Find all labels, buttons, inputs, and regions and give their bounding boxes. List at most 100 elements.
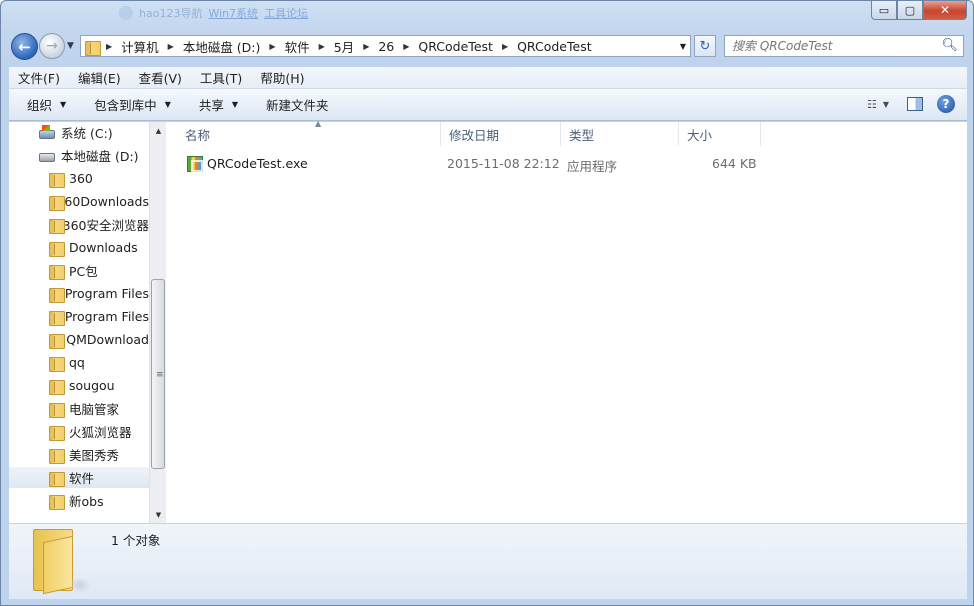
column-header-name[interactable]: ▲ 名称 (177, 119, 441, 146)
history-dropdown-icon[interactable]: ▼ (67, 41, 74, 51)
title-blur-1: hao123导航 (139, 7, 203, 20)
sidebar-item-label: qq (69, 355, 85, 370)
sidebar-item-label: Program Files (64, 286, 149, 301)
details-view-icon: ☷ (867, 97, 877, 111)
sidebar-item-label: 360安全浏览器 (62, 218, 149, 233)
navigation-bar: ← → ▼ ▶ 计算机 ▶ 本地磁盘 (D:) ▶ 软件 ▶ 5月 ▶ 26 ▶… (1, 29, 973, 65)
breadcrumb-separator-icon[interactable]: ▶ (168, 42, 174, 51)
change-view-button[interactable]: ☷ ▼ (867, 98, 893, 111)
file-modified: 2015-11-08 22:12 (447, 156, 560, 171)
sidebar-item-label: 火狐浏览器 (69, 425, 132, 440)
column-header-type[interactable]: 类型 (561, 122, 679, 146)
nav-pane-scrollbar[interactable]: ▲ ≡ ▼ (149, 122, 166, 523)
sidebar-item-software[interactable]: 软件 (9, 467, 149, 488)
file-row[interactable]: QRCodeTest.exe 2015-11-08 22:12 应用程序 644… (167, 152, 767, 174)
menu-tools[interactable]: 工具(T) (191, 68, 251, 87)
scroll-down-icon[interactable]: ▼ (150, 506, 167, 523)
include-in-library-button[interactable]: 包含到库中 ▼ (76, 95, 181, 114)
folder-icon (49, 355, 65, 372)
sidebar-item-360-browser[interactable]: 360安全浏览器 (9, 214, 149, 235)
sidebar-item-label: 新obs (69, 494, 104, 509)
sidebar-item-label: Downloads (69, 240, 138, 255)
chevron-down-icon: ▼ (164, 100, 171, 109)
column-header-modified[interactable]: 修改日期 (441, 122, 561, 146)
caption-buttons: ▭ ▢ ✕ (871, 1, 967, 20)
details-pane: 1 个对象 (9, 523, 967, 599)
scroll-up-icon[interactable]: ▲ (150, 122, 167, 139)
menu-bar: 文件(F) 编辑(E) 查看(V) 工具(T) 帮助(H) (9, 67, 967, 89)
sidebar-item-360downloads[interactable]: 360Downloads (9, 191, 149, 212)
breadcrumb-separator-icon[interactable]: ▶ (269, 42, 275, 51)
breadcrumb-computer[interactable]: 计算机 (121, 37, 159, 56)
sidebar-item-pc-manager[interactable]: 电脑管家 (9, 398, 149, 419)
drive-c-icon (39, 125, 55, 139)
breadcrumb-separator-icon[interactable]: ▶ (319, 42, 325, 51)
breadcrumb-qrcodetest-1[interactable]: QRCodeTest (418, 39, 493, 54)
help-icon[interactable]: ? (937, 95, 955, 113)
chevron-down-icon: ▼ (231, 100, 239, 109)
folder-icon (49, 424, 65, 441)
new-folder-button[interactable]: 新建文件夹 (248, 95, 339, 114)
sidebar-item-qq[interactable]: qq (9, 352, 149, 373)
minimize-button[interactable]: ▭ (871, 1, 897, 20)
breadcrumb-separator-icon[interactable]: ▶ (106, 42, 112, 51)
sidebar-item-label: 360 (69, 171, 93, 186)
column-modified-label: 修改日期 (449, 127, 500, 143)
address-bar[interactable]: ▶ 计算机 ▶ 本地磁盘 (D:) ▶ 软件 ▶ 5月 ▶ 26 ▶ QRCod… (80, 35, 691, 57)
folder-icon (49, 286, 65, 303)
preview-pane-icon[interactable] (907, 97, 923, 111)
breadcrumb-26[interactable]: 26 (378, 39, 394, 54)
maximize-button[interactable]: ▢ (897, 1, 923, 20)
drive-icon (39, 153, 55, 162)
application-icon (187, 156, 203, 172)
sidebar-item-sougou[interactable]: sougou (9, 375, 149, 396)
large-folder-icon (33, 529, 91, 595)
new-folder-label: 新建文件夹 (266, 98, 329, 113)
share-button[interactable]: 共享 ▼ (181, 95, 248, 114)
breadcrumb-separator-icon[interactable]: ▶ (502, 42, 508, 51)
sidebar-item-drive-c[interactable]: 系统 (C:) (9, 122, 149, 143)
menu-help[interactable]: 帮助(H) (251, 68, 313, 87)
back-button[interactable]: ← (11, 33, 38, 60)
organize-button[interactable]: 组织 ▼ (9, 95, 76, 114)
refresh-button[interactable]: ↻ (694, 35, 716, 57)
breadcrumb-drive-d[interactable]: 本地磁盘 (D:) (183, 37, 261, 56)
folder-icon (49, 194, 73, 211)
sidebar-item-meitu[interactable]: 美图秀秀 (9, 444, 149, 465)
breadcrumb-may[interactable]: 5月 (334, 37, 354, 56)
grip-icon: ≡ (156, 370, 164, 380)
breadcrumb-separator-icon[interactable]: ▶ (363, 42, 369, 51)
sidebar-item-program-files[interactable]: Program Files (9, 283, 149, 304)
folder-icon (49, 240, 65, 257)
address-dropdown-icon[interactable]: ▼ (680, 42, 686, 51)
sidebar-item-label: 软件 (69, 471, 95, 486)
sidebar-item-label: 电脑管家 (69, 402, 120, 417)
breadcrumb-separator-icon[interactable]: ▶ (403, 42, 409, 51)
sidebar-item-qmdownload[interactable]: QMDownload (9, 329, 149, 350)
search-icon[interactable]: 🔍︎ (941, 38, 958, 53)
sidebar-item-new-obs[interactable]: 新obs (9, 490, 149, 511)
include-library-label: 包含到库中 (94, 98, 157, 113)
search-input[interactable] (725, 36, 930, 56)
column-header-size[interactable]: 大小 (679, 122, 761, 146)
sidebar-item-downloads[interactable]: Downloads (9, 237, 149, 258)
close-button[interactable]: ✕ (923, 1, 967, 20)
menu-file[interactable]: 文件(F) (9, 68, 69, 87)
sidebar-item-drive-d[interactable]: 本地磁盘 (D:) (9, 145, 149, 166)
sidebar-item-pc-bao[interactable]: PC包 (9, 260, 149, 281)
search-box[interactable]: 🔍︎ (724, 35, 964, 57)
file-size: 644 KB (712, 156, 757, 171)
breadcrumb-software[interactable]: 软件 (285, 37, 310, 56)
menu-view[interactable]: 查看(V) (130, 68, 191, 87)
breadcrumb-qrcodetest-2[interactable]: QRCodeTest (517, 39, 592, 54)
folder-icon (85, 39, 101, 56)
sidebar-item-360[interactable]: 360 (9, 168, 149, 189)
scrollbar-thumb[interactable]: ≡ (151, 279, 165, 469)
column-type-label: 类型 (569, 127, 595, 143)
forward-button[interactable]: → (39, 33, 65, 59)
command-bar: 组织 ▼ 包含到库中 ▼ 共享 ▼ 新建文件夹 ☷ ▼ ? (9, 89, 967, 121)
sidebar-item-program-files-x86[interactable]: Program Files (9, 306, 149, 327)
sidebar-item-firefox[interactable]: 火狐浏览器 (9, 421, 149, 442)
menu-edit[interactable]: 编辑(E) (69, 68, 130, 87)
folder-icon (49, 447, 65, 464)
